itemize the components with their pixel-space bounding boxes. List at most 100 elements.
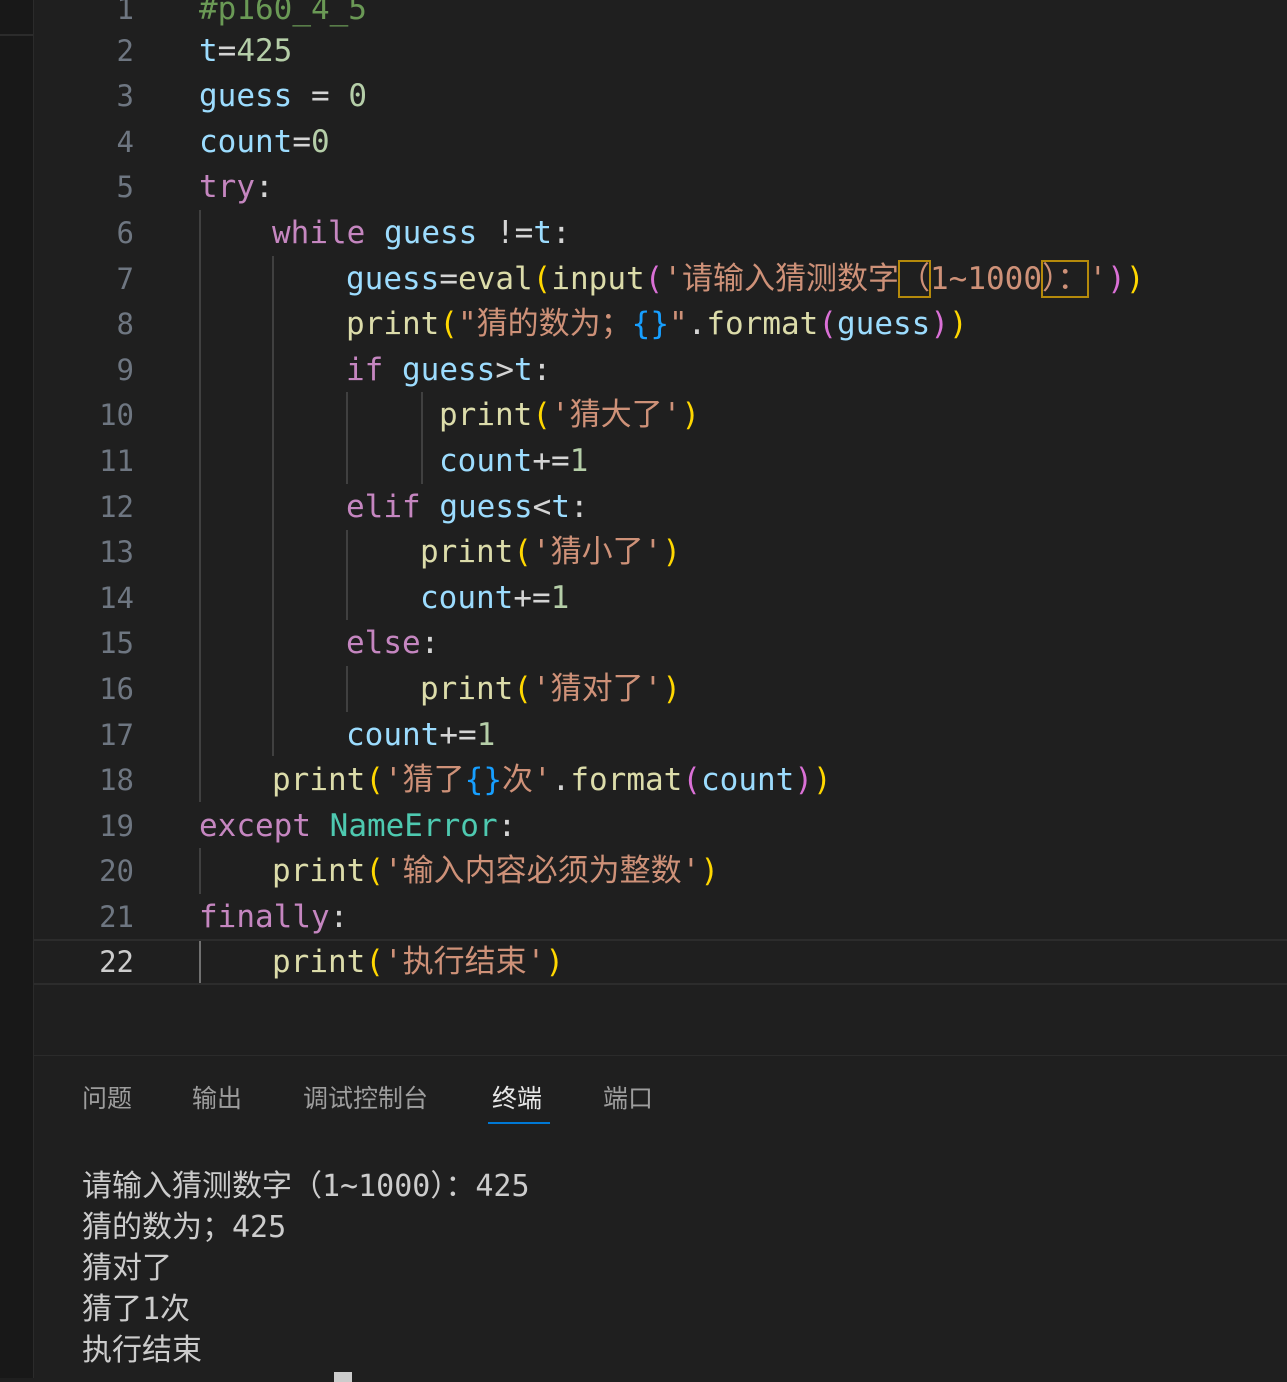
code-line[interactable]: 21 finally: bbox=[34, 894, 1287, 940]
variable-token: guess bbox=[439, 489, 533, 525]
operator-token: . bbox=[687, 306, 707, 342]
tab-terminal[interactable]: 终端 bbox=[492, 1082, 542, 1116]
bracket-token: ) bbox=[700, 853, 719, 889]
function-token: print bbox=[272, 853, 366, 889]
code-line[interactable]: 10 print('猜大了') bbox=[34, 392, 1287, 438]
line-number: 10 bbox=[99, 398, 134, 432]
line-number-active: 22 bbox=[99, 945, 134, 979]
terminal-output[interactable]: 请输入猜测数字（1~1000）：425 猜的数为；425 猜对了 猜了1次 执行结束 bbox=[82, 1166, 530, 1371]
terminal-line: 执行结束 bbox=[82, 1333, 202, 1368]
line-number: 9 bbox=[116, 353, 134, 387]
line-number: 8 bbox=[116, 307, 134, 341]
line-number: 2 bbox=[116, 34, 134, 68]
code-line[interactable]: 16 print('猜对了') bbox=[34, 666, 1287, 712]
operator-token: += bbox=[439, 717, 477, 753]
keyword-token: while bbox=[272, 215, 366, 251]
function-token: input bbox=[551, 261, 645, 297]
code-line[interactable]: 13 print('猜小了') bbox=[34, 529, 1287, 575]
operator-token: : bbox=[329, 899, 349, 935]
string-token: '输入内容必须为整数' bbox=[384, 853, 701, 889]
code-editor[interactable]: 1 #p160_4_5 2 t=425 3 guess = 0 4 count=… bbox=[34, 0, 1287, 1055]
operator-token: : bbox=[420, 625, 440, 661]
terminal-line: 请输入猜测数字（1~1000）：425 bbox=[82, 1169, 530, 1204]
operator-token: = bbox=[292, 78, 349, 114]
function-token: print bbox=[439, 397, 533, 433]
code-line[interactable]: 4 count=0 bbox=[34, 119, 1287, 165]
keyword-token: try bbox=[199, 169, 255, 205]
bracket-token: ) bbox=[930, 306, 949, 342]
code-line[interactable]: 19 except NameError: bbox=[34, 803, 1287, 849]
variable-token: count bbox=[346, 717, 440, 753]
variable-token: t bbox=[514, 352, 533, 388]
bracket-token: ) bbox=[545, 944, 564, 980]
code-line[interactable]: 6 while guess !=t: bbox=[34, 210, 1287, 256]
variable-token: guess bbox=[837, 306, 931, 342]
code-line[interactable]: 2 t=425 bbox=[34, 28, 1287, 74]
operator-token: : bbox=[255, 169, 274, 205]
tab-output[interactable]: 输出 bbox=[192, 1082, 242, 1116]
bracket-token: ) bbox=[681, 397, 700, 433]
line-number: 18 bbox=[99, 763, 134, 797]
line-number: 16 bbox=[99, 672, 134, 706]
code-line[interactable]: 15 else: bbox=[34, 620, 1287, 666]
number-token: 425 bbox=[236, 33, 293, 69]
operator-token: += bbox=[513, 580, 551, 616]
operator-token: < bbox=[532, 489, 552, 525]
code-line[interactable]: 3 guess = 0 bbox=[34, 73, 1287, 119]
code-line[interactable]: 20 print('输入内容必须为整数') bbox=[34, 848, 1287, 894]
line-number: 14 bbox=[99, 581, 134, 615]
function-token: print bbox=[420, 671, 514, 707]
active-tab-indicator bbox=[488, 1122, 550, 1124]
string-token: '猜对了' bbox=[532, 671, 663, 707]
tab-problems[interactable]: 问题 bbox=[82, 1082, 132, 1116]
tab-debug-console[interactable]: 调试控制台 bbox=[303, 1082, 428, 1116]
string-token: "猜的数为； bbox=[458, 306, 632, 342]
string-token: '执行结束' bbox=[384, 944, 546, 980]
bracket-token: ) bbox=[794, 762, 813, 798]
line-number: 20 bbox=[99, 854, 134, 888]
bracket-token: ) bbox=[1125, 261, 1145, 297]
function-token: format bbox=[570, 762, 683, 798]
tab-ports[interactable]: 端口 bbox=[603, 1082, 653, 1116]
code-line[interactable]: 14 count+=1 bbox=[34, 575, 1287, 621]
bracket-token: ( bbox=[513, 534, 532, 570]
current-code-line[interactable]: 22 print('执行结束') bbox=[34, 939, 1287, 985]
bracket-token: ( bbox=[365, 762, 384, 798]
code-line[interactable]: 11 count+=1 bbox=[34, 438, 1287, 484]
keyword-token: elif bbox=[346, 489, 421, 525]
terminal-cursor bbox=[334, 1372, 352, 1382]
variable-token: count bbox=[439, 443, 533, 479]
bracket-token: ( bbox=[532, 261, 552, 297]
code-line[interactable]: 18 print('猜了{}次'.format(count)) bbox=[34, 757, 1287, 803]
keyword-token: finally bbox=[199, 899, 330, 935]
number-token: 0 bbox=[311, 124, 330, 160]
string-token: 1~1000 bbox=[930, 261, 1042, 297]
bracket-token: ( bbox=[644, 261, 664, 297]
bracket-token: {} bbox=[464, 762, 502, 798]
code-line[interactable]: 5 try: bbox=[34, 164, 1287, 210]
line-number: 3 bbox=[116, 79, 134, 113]
line-number: 11 bbox=[99, 444, 134, 478]
code-line[interactable]: 12 elif guess<t: bbox=[34, 484, 1287, 530]
operator-token: : bbox=[552, 215, 571, 251]
number-token: 1 bbox=[476, 717, 496, 753]
string-token: 次' bbox=[502, 762, 552, 798]
code-line[interactable]: 9 if guess>t: bbox=[34, 347, 1287, 393]
variable-token: t bbox=[533, 215, 552, 251]
bracket-token: ) bbox=[1107, 261, 1126, 297]
activity-bar bbox=[0, 0, 34, 1378]
variable-token: t bbox=[199, 33, 218, 69]
line-number: 5 bbox=[116, 170, 134, 204]
function-token: format bbox=[706, 306, 819, 342]
string-token: '猜大了' bbox=[551, 397, 682, 433]
string-token: " bbox=[669, 306, 688, 342]
bracket-token: ( bbox=[365, 944, 384, 980]
code-line[interactable]: 8 print("猜的数为；{}".format(guess)) bbox=[34, 301, 1287, 347]
code-line[interactable]: 7 guess=eval(input('请输入猜测数字（1~1000）：')) bbox=[34, 256, 1287, 302]
terminal-line: 猜的数为；425 bbox=[82, 1210, 287, 1245]
comment-token: #p160_4_5 bbox=[199, 0, 367, 27]
code-line[interactable]: 17 count+=1 bbox=[34, 712, 1287, 758]
keyword-token: except bbox=[199, 808, 311, 844]
keyword-token: if bbox=[346, 352, 384, 388]
bracket-token: ) bbox=[662, 534, 681, 570]
